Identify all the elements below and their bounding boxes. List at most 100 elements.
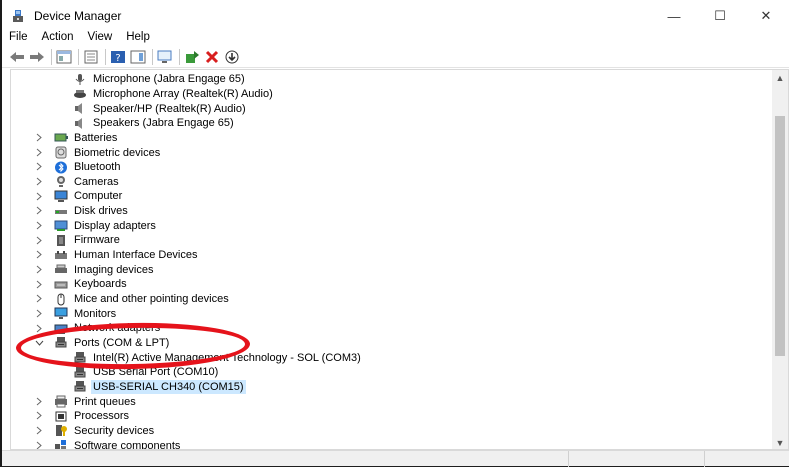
- tree-item-label: USB Serial Port (COM10): [93, 366, 219, 379]
- chevron-right-icon[interactable]: [34, 248, 44, 262]
- chevron-right-icon[interactable]: [34, 175, 44, 189]
- device-manager-window: Device Manager — ☐ ✕ File Action View He…: [0, 0, 789, 467]
- tree-item[interactable]: Keyboards: [54, 277, 129, 292]
- tree-item-label: Human Interface Devices: [74, 249, 198, 262]
- chevron-right-icon[interactable]: [34, 292, 44, 306]
- tree-item-label: Biometric devices: [74, 146, 161, 159]
- status-pane: [704, 451, 789, 467]
- chevron-right-icon[interactable]: [34, 424, 44, 438]
- tree-item[interactable]: Display adapters: [54, 219, 158, 234]
- processor-icon: [54, 410, 68, 423]
- tree-item[interactable]: Print queues: [54, 394, 138, 409]
- vertical-scrollbar[interactable]: ▲ ▼: [772, 70, 788, 449]
- tree-item[interactable]: Mice and other pointing devices: [54, 292, 231, 307]
- scroll-down-arrow-icon[interactable]: ▼: [772, 435, 788, 449]
- tree-item-label: Mice and other pointing devices: [74, 293, 229, 306]
- security-icon: [54, 424, 68, 437]
- tree-item[interactable]: Network adapters: [54, 321, 162, 336]
- chevron-right-icon[interactable]: [34, 131, 44, 145]
- uninstall-device-icon[interactable]: [203, 49, 221, 65]
- camera-icon: [54, 175, 68, 188]
- chevron-down-icon[interactable]: [34, 336, 44, 350]
- tree-item[interactable]: Biometric devices: [54, 145, 162, 160]
- monitor-icon: [54, 307, 68, 320]
- tree-item[interactable]: Monitors: [54, 306, 118, 321]
- chevron-right-icon[interactable]: [34, 219, 44, 233]
- title-bar[interactable]: Device Manager — ☐ ✕: [2, 4, 789, 28]
- tree-item[interactable]: Batteries: [54, 131, 119, 146]
- tree-item[interactable]: Disk drives: [54, 204, 130, 219]
- tree-item[interactable]: Bluetooth: [54, 160, 122, 175]
- tree-item[interactable]: Firmware: [54, 233, 122, 248]
- bluetooth-icon: [54, 161, 68, 174]
- scroll-up-arrow-icon[interactable]: ▲: [772, 70, 788, 86]
- port-icon: [73, 351, 87, 364]
- svg-text:?: ?: [115, 53, 120, 64]
- tree-item[interactable]: Ports (COM & LPT): [54, 336, 171, 351]
- properties-icon[interactable]: [82, 49, 100, 65]
- show-hide-console-tree-icon[interactable]: [55, 49, 73, 65]
- tree-item-label: Network adapters: [74, 322, 161, 335]
- status-pane: [568, 451, 704, 467]
- toolbar-separator: [78, 48, 79, 65]
- tree-item[interactable]: USB-SERIAL CH340 (COM15): [73, 379, 246, 395]
- help-icon[interactable]: ?: [109, 49, 127, 65]
- menu-help[interactable]: Help: [119, 31, 157, 43]
- microphone-icon: [73, 73, 87, 86]
- tree-item[interactable]: Cameras: [54, 175, 121, 190]
- tree-item[interactable]: Speakers (Jabra Engage 65): [73, 116, 236, 131]
- chevron-right-icon[interactable]: [34, 321, 44, 335]
- forward-arrow-icon[interactable]: [28, 49, 46, 65]
- maximize-button[interactable]: ☐: [697, 4, 743, 28]
- port-icon: [73, 366, 87, 379]
- tree-item[interactable]: Software components: [54, 438, 182, 449]
- tree-item-label: Display adapters: [74, 219, 156, 232]
- menu-file[interactable]: File: [2, 31, 35, 43]
- microphone-array-icon: [73, 87, 87, 100]
- tree-item[interactable]: Computer: [54, 189, 124, 204]
- chevron-right-icon[interactable]: [34, 262, 44, 276]
- scroll-thumb[interactable]: [775, 116, 785, 356]
- tree-item[interactable]: Speaker/HP (Realtek(R) Audio): [73, 101, 248, 116]
- tree-item-label: Speakers (Jabra Engage 65): [93, 117, 234, 130]
- tree-item[interactable]: Microphone Array (Realtek(R) Audio): [73, 87, 275, 102]
- tree-item[interactable]: Human Interface Devices: [54, 248, 200, 263]
- tree-item[interactable]: USB Serial Port (COM10): [73, 365, 220, 380]
- toolbar-separator: [105, 48, 106, 65]
- speaker-icon: [73, 102, 87, 115]
- display-adapter-icon: [54, 219, 68, 232]
- chevron-right-icon[interactable]: [34, 306, 44, 320]
- status-bar: [2, 450, 789, 467]
- chevron-right-icon[interactable]: [34, 160, 44, 174]
- disable-device-icon[interactable]: [223, 49, 241, 65]
- menu-view[interactable]: View: [81, 31, 120, 43]
- chevron-right-icon[interactable]: [34, 438, 44, 449]
- menu-action[interactable]: Action: [35, 31, 81, 43]
- chevron-right-icon[interactable]: [34, 277, 44, 291]
- tree-item[interactable]: Imaging devices: [54, 262, 156, 277]
- chevron-right-icon[interactable]: [34, 189, 44, 203]
- firmware-icon: [54, 234, 68, 247]
- chevron-right-icon[interactable]: [34, 394, 44, 408]
- tree-item-label: USB-SERIAL CH340 (COM15): [91, 379, 246, 394]
- menu-bar: File Action View Help: [2, 28, 789, 46]
- chevron-right-icon[interactable]: [34, 204, 44, 218]
- tree-item[interactable]: Intel(R) Active Management Technology - …: [73, 350, 363, 365]
- tree-item-label: Firmware: [74, 234, 120, 247]
- action-pane-icon[interactable]: [129, 49, 147, 65]
- update-driver-icon[interactable]: [183, 49, 201, 65]
- minimize-button[interactable]: —: [651, 4, 697, 28]
- tree-item-label: Computer: [74, 190, 123, 203]
- chevron-right-icon[interactable]: [34, 409, 44, 423]
- tree-item[interactable]: Microphone (Jabra Engage 65): [73, 72, 247, 87]
- close-button[interactable]: ✕: [743, 4, 789, 28]
- back-arrow-icon[interactable]: [8, 49, 26, 65]
- tree-item-label: Microphone (Jabra Engage 65): [93, 73, 245, 86]
- tree-item[interactable]: Security devices: [54, 424, 156, 439]
- disk-drive-icon: [54, 205, 68, 218]
- chevron-right-icon[interactable]: [34, 233, 44, 247]
- device-tree: Microphone (Jabra Engage 65) Microphone A…: [11, 70, 774, 449]
- chevron-right-icon[interactable]: [34, 145, 44, 159]
- scan-hardware-icon[interactable]: [156, 49, 174, 65]
- tree-item[interactable]: Processors: [54, 409, 131, 424]
